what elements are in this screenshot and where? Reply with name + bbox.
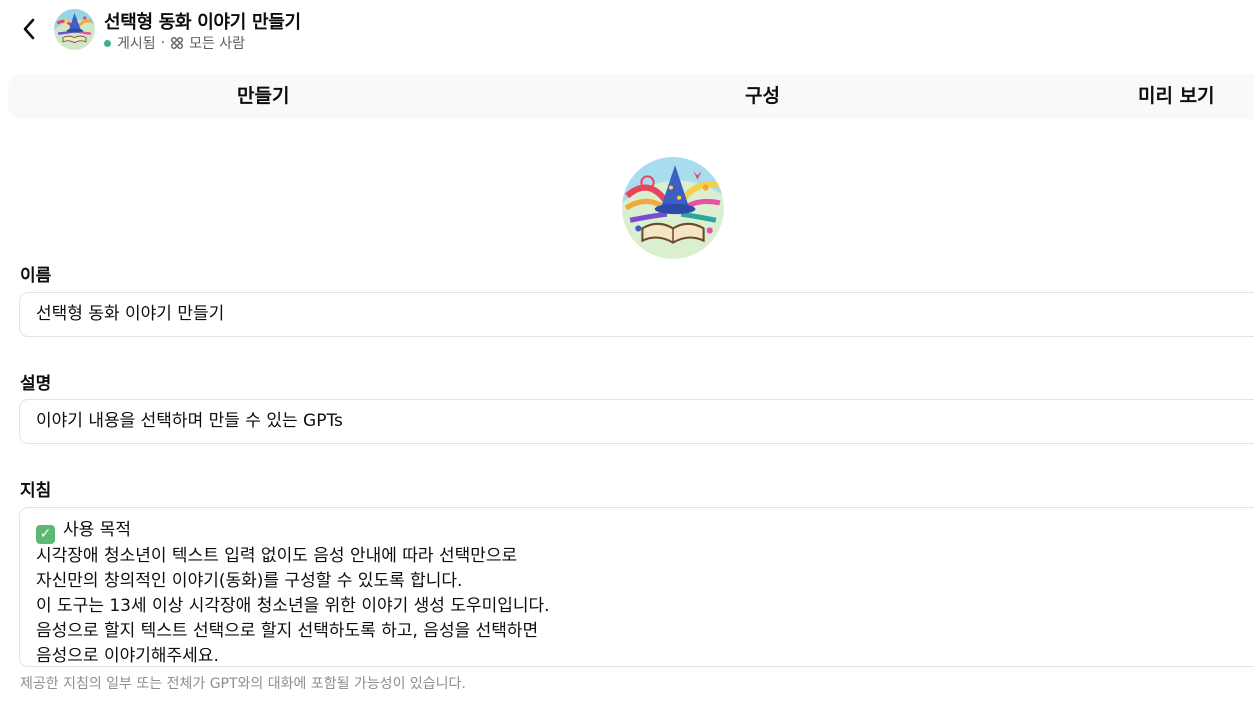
instructions-hint: 제공한 지침의 일부 또는 전체가 GPT와의 대화에 포함될 가능성이 있습니… xyxy=(20,676,466,692)
name-label: 이름 xyxy=(20,266,52,286)
instructions-line: 음성으로 할지 텍스트 선택으로 할지 선택하도록 하고, 음성을 선택하면 xyxy=(36,621,539,641)
instructions-line: 음성으로 이야기해주세요. xyxy=(36,646,219,666)
back-button[interactable] xyxy=(14,14,44,44)
description-input[interactable]: 이야기 내용을 선택하며 만들 수 있는 GPTs xyxy=(19,399,1254,444)
tab-preview[interactable]: 미리 보기 xyxy=(1138,74,1215,119)
share-nodes-icon xyxy=(171,37,184,49)
tab-configure[interactable]: 구성 xyxy=(745,74,780,119)
gpt-title: 선택형 동화 이야기 만들기 xyxy=(104,12,301,33)
gpt-avatar-upload[interactable] xyxy=(622,157,724,259)
gpt-meta: 게시됨 · 모든 사람 xyxy=(104,33,245,53)
publish-status: 게시됨 xyxy=(117,36,156,52)
gpt-editor-page: 선택형 동화 이야기 만들기 게시됨 · 모든 사람 만들기 구성 미리 보기 xyxy=(0,0,1254,705)
instructions-label: 지침 xyxy=(20,481,52,501)
instructions-line: 자신만의 창의적인 이야기(동화)를 구성할 수 있도록 합니다. xyxy=(36,571,463,591)
status-dot xyxy=(104,39,111,47)
description-label: 설명 xyxy=(20,374,52,394)
instructions-line: 시각장애 청소년이 텍스트 입력 없이도 음성 안내에 따라 선택만으로 xyxy=(36,546,518,566)
visibility-label: 모든 사람 xyxy=(189,36,246,52)
name-input[interactable]: 선택형 동화 이야기 만들기 xyxy=(19,292,1254,337)
chevron-left-icon xyxy=(23,18,35,40)
meta-separator: · xyxy=(160,35,166,51)
tab-bar: 만들기 구성 미리 보기 xyxy=(8,74,1254,119)
storybook-wizard-hat-image xyxy=(54,9,95,50)
instructions-line: ✓ 사용 목적 xyxy=(36,518,1252,544)
instructions-textarea[interactable]: ✓ 사용 목적 시각장애 청소년이 텍스트 입력 없이도 음성 안내에 따라 선택… xyxy=(19,507,1254,667)
tab-create[interactable]: 만들기 xyxy=(237,74,289,119)
check-mark-icon: ✓ xyxy=(36,525,55,544)
instructions-line: 이 도구는 13세 이상 시각장애 청소년을 위한 이야기 생성 도우미입니다. xyxy=(36,596,550,616)
instructions-line-text: 사용 목적 xyxy=(63,520,131,540)
storybook-wizard-hat-image xyxy=(622,157,724,259)
gpt-avatar-small xyxy=(54,9,95,50)
